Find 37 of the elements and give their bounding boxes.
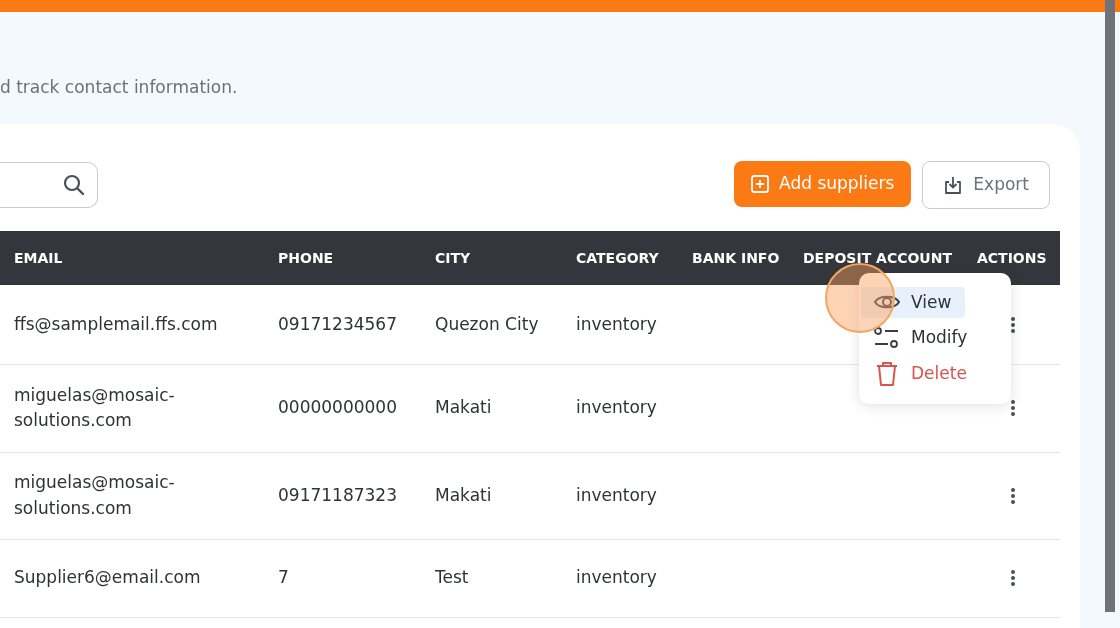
menu-item[interactable]: Delete xyxy=(861,357,981,390)
export-button[interactable]: Export xyxy=(922,161,1050,209)
table-cell: miguelas@mosaic-solutions.com xyxy=(0,364,264,452)
table-cell: miguelas@mosaic-solutions.com xyxy=(0,452,264,539)
search-field[interactable] xyxy=(0,162,98,208)
column-header: CATEGORY xyxy=(562,231,678,285)
kebab-icon xyxy=(1011,316,1015,333)
plus-square-icon xyxy=(751,175,770,193)
page-subtitle: d track contact information. xyxy=(0,75,238,99)
scrollbar[interactable] xyxy=(1105,0,1115,612)
kebab-icon xyxy=(1011,570,1015,587)
table-cell: inventory xyxy=(562,539,678,617)
table-cell: Makati xyxy=(421,452,562,539)
table-cell: 09171234567 xyxy=(264,285,421,364)
column-header: BANK INFO xyxy=(678,231,789,285)
table-cell: Makati xyxy=(421,364,562,452)
column-header: CITY xyxy=(421,231,562,285)
search-icon xyxy=(63,174,85,196)
table-cell: Quezon City xyxy=(421,285,562,364)
table-cell: inventory xyxy=(562,452,678,539)
kebab-icon xyxy=(1011,487,1015,504)
kebab-icon xyxy=(1011,400,1015,417)
table-cell: Supplier6@email.com xyxy=(0,539,264,617)
table-cell: 09171187323 xyxy=(264,452,421,539)
table-cell: 7 xyxy=(264,539,421,617)
table-cell: inventory xyxy=(562,364,678,452)
column-header: PHONE xyxy=(264,231,421,285)
add-button[interactable]: Add suppliers xyxy=(734,161,912,207)
sliders-icon xyxy=(873,325,901,350)
download-icon xyxy=(943,175,964,195)
menu-item[interactable]: Modify xyxy=(861,322,982,354)
menu-item[interactable]: View xyxy=(861,286,966,318)
table-cell: Test xyxy=(421,539,562,617)
table-cell: ffs@samplemail.ffs.com xyxy=(0,285,264,364)
column-header: EMAIL xyxy=(0,231,264,285)
table-cell: 00000000000 xyxy=(264,364,421,452)
table-cell: inventory xyxy=(562,285,678,364)
